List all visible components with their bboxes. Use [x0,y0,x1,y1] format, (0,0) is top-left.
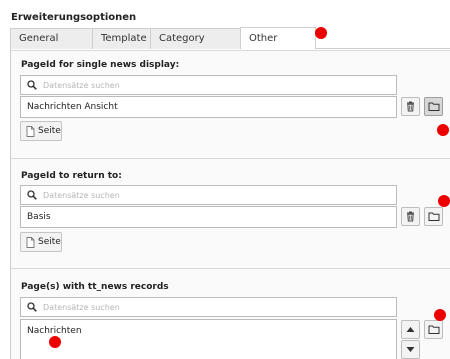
browse-button[interactable] [424,320,443,339]
arrow-down-icon [406,347,415,352]
trash-icon [407,211,414,222]
section-label: Page(s) with tt_news records [21,282,169,292]
page-button[interactable]: Seite [20,121,62,141]
page-button-label: Seite [38,237,61,247]
section-return-page: PageId to return to: Basis Seite [11,158,450,268]
search-field[interactable] [20,75,397,95]
selected-records-list[interactable]: Nachrichten [20,319,397,359]
page-button-label: Seite [38,126,61,136]
section-label: PageId for single news display: [21,60,180,70]
tab-bar: General Settings Template Category Setti… [10,26,450,65]
tab-other-settings[interactable]: Other Settings [240,27,316,65]
search-icon [27,190,37,200]
red-marker [438,195,450,207]
folder-icon [428,102,440,111]
selected-value-box[interactable]: Nachrichten Ansicht [20,96,397,118]
red-marker [437,124,449,136]
red-marker [434,309,446,321]
search-input[interactable] [43,300,383,314]
section-label: PageId to return to: [21,171,122,181]
search-field[interactable] [20,185,397,205]
page-icon [26,126,35,137]
move-up-button[interactable] [401,320,420,339]
tab-general-settings[interactable]: General Settings [10,28,93,64]
section-tt-news-pages: Page(s) with tt_news records Nachrichten [11,268,450,359]
arrow-up-icon [406,327,415,332]
red-marker [49,336,61,348]
tab-category-settings[interactable]: Category Settings [150,28,241,64]
page-icon [26,237,35,248]
page-button[interactable]: Seite [20,232,62,252]
search-field[interactable] [20,297,397,317]
search-input[interactable] [43,78,383,92]
search-icon [27,302,37,312]
move-down-button[interactable] [401,340,420,359]
red-marker [315,27,327,39]
folder-icon [428,212,440,221]
list-item[interactable]: Nachrichten [27,326,82,336]
folder-icon [428,325,440,334]
selected-value-box[interactable]: Basis [20,206,397,228]
browse-button[interactable] [424,97,443,116]
section-single-news-page: PageId for single news display: Nachrich… [11,50,450,158]
delete-button[interactable] [401,97,420,116]
search-input[interactable] [43,188,383,202]
delete-button[interactable] [401,207,420,226]
search-icon [27,80,37,90]
trash-icon [407,101,414,112]
page-title: Erweiterungsoptionen [11,12,137,23]
tab-template[interactable]: Template [92,28,151,49]
browse-button[interactable] [424,207,443,226]
